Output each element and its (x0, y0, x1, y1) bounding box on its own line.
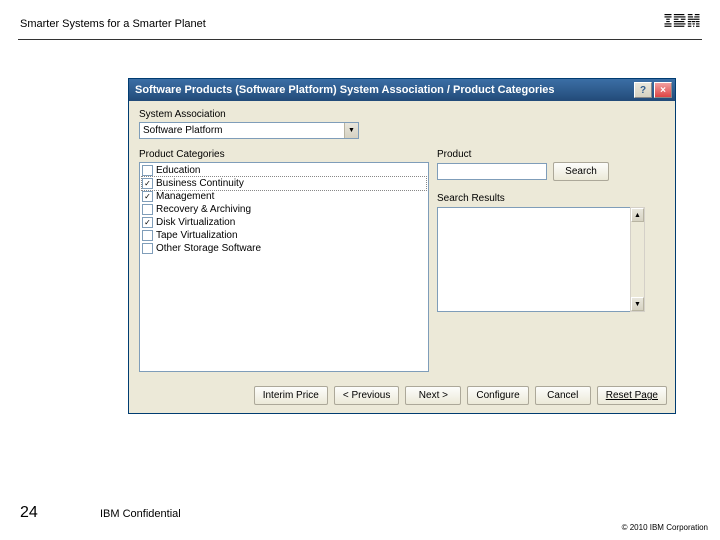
category-label: Disk Virtualization (156, 218, 235, 228)
category-row[interactable]: Other Storage Software (142, 242, 426, 255)
dialog-window: Software Products (Software Platform) Sy… (128, 78, 676, 414)
product-categories-listbox[interactable]: Education✓Business Continuity✓Management… (139, 162, 429, 372)
checkbox-icon[interactable] (142, 230, 153, 241)
previous-button[interactable]: < Previous (334, 386, 400, 405)
product-label: Product (437, 149, 665, 160)
ibm-logo (664, 14, 700, 33)
search-button[interactable]: Search (553, 162, 609, 181)
page-number: 24 (20, 504, 100, 522)
product-categories-label: Product Categories (139, 149, 429, 160)
slide-title: Smarter Systems for a Smarter Planet (20, 18, 206, 30)
scroll-up-icon[interactable]: ▲ (631, 208, 644, 222)
product-search-input[interactable] (437, 163, 547, 180)
category-label: Education (156, 166, 200, 176)
reset-page-button[interactable]: Reset Page (597, 386, 667, 405)
category-row[interactable]: Recovery & Archiving (142, 203, 426, 216)
system-association-value: Software Platform (143, 125, 222, 136)
search-results-listbox[interactable]: ▲ ▼ (437, 207, 645, 312)
checkbox-icon[interactable]: ✓ (142, 217, 153, 228)
category-row[interactable]: ✓Disk Virtualization (142, 216, 426, 229)
category-row[interactable]: Education (142, 164, 426, 177)
search-results-label: Search Results (437, 193, 665, 204)
copyright-text: © 2010 IBM Corporation (622, 523, 708, 532)
confidential-text: IBM Confidential (100, 508, 181, 520)
system-association-combo[interactable]: Software Platform ▼ (139, 122, 359, 139)
category-row[interactable]: ✓Management (142, 190, 426, 203)
header-divider (18, 39, 702, 40)
scrollbar[interactable]: ▲ ▼ (630, 207, 645, 312)
interim-price-button[interactable]: Interim Price (254, 386, 328, 405)
titlebar-text: Software Products (Software Platform) Sy… (135, 84, 555, 96)
category-label: Business Continuity (156, 179, 244, 189)
cancel-button[interactable]: Cancel (535, 386, 591, 405)
titlebar: Software Products (Software Platform) Sy… (129, 79, 675, 101)
category-label: Tape Virtualization (156, 231, 238, 241)
scroll-down-icon[interactable]: ▼ (631, 297, 644, 311)
help-button[interactable]: ? (634, 82, 652, 98)
category-label: Management (156, 192, 214, 202)
system-association-label: System Association (139, 109, 665, 120)
close-button[interactable]: × (654, 82, 672, 98)
checkbox-icon[interactable] (142, 243, 153, 254)
checkbox-icon[interactable] (142, 165, 153, 176)
category-label: Recovery & Archiving (156, 205, 251, 215)
category-row[interactable]: ✓Business Continuity (142, 177, 426, 190)
next-button[interactable]: Next > (405, 386, 461, 405)
checkbox-icon[interactable] (142, 204, 153, 215)
configure-button[interactable]: Configure (467, 386, 528, 405)
chevron-down-icon: ▼ (344, 123, 358, 138)
category-row[interactable]: Tape Virtualization (142, 229, 426, 242)
checkbox-icon[interactable]: ✓ (142, 191, 153, 202)
checkbox-icon[interactable]: ✓ (142, 178, 153, 189)
category-label: Other Storage Software (156, 244, 261, 254)
